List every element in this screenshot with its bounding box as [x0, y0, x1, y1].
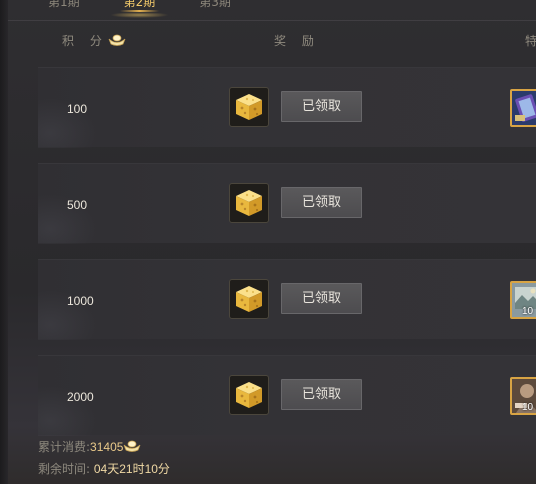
- special-item-count: 10: [522, 402, 534, 413]
- gold-cube-icon: [236, 94, 262, 120]
- tab-period-1[interactable]: 第1期: [40, 0, 88, 14]
- gold-ingot-icon: [123, 440, 141, 452]
- tab-period-3[interactable]: 第3期: [191, 0, 239, 14]
- total-spent: 累计消费: 31405: [38, 438, 141, 455]
- score-column-header: 积 分: [62, 32, 126, 49]
- score-threshold: 100: [67, 102, 88, 116]
- reward-row: 2000 已领取 10: [38, 355, 536, 436]
- time-remaining-value: 04天21时10分: [93, 462, 170, 476]
- scroll-book-icon: [512, 91, 536, 125]
- total-spent-label: 累计消费:: [38, 440, 91, 454]
- score-header-label: 积 分: [62, 34, 108, 48]
- time-remaining-label: 剩余时间:: [38, 462, 91, 476]
- period-tabs: 第1期 第2期 第3期: [40, 0, 267, 18]
- special-item-slot[interactable]: 10: [510, 377, 536, 415]
- claimed-button[interactable]: 已领取: [281, 283, 362, 314]
- claimed-button[interactable]: 已领取: [281, 187, 362, 218]
- total-spent-value: 31405: [90, 439, 124, 454]
- tab-period-2[interactable]: 第2期: [109, 0, 169, 18]
- gold-cube-icon: [236, 286, 262, 312]
- claimed-button[interactable]: 已领取: [281, 91, 362, 122]
- reward-column-header: 奖 励: [274, 34, 320, 48]
- left-edge: [0, 0, 8, 484]
- claimed-button[interactable]: 已领取: [281, 379, 362, 410]
- reward-item-slot[interactable]: [229, 279, 269, 319]
- special-item-count: 10: [522, 306, 534, 317]
- reward-row: 500 已领取: [38, 163, 536, 244]
- activity-panel: 第1期 第2期 第3期 积 分 奖 励 特 100 已领取: [0, 0, 536, 484]
- reward-row: 100 已领取: [38, 67, 536, 148]
- reward-item-slot[interactable]: [229, 375, 269, 415]
- time-remaining: 剩余时间: 04天21时10分: [38, 460, 170, 477]
- special-item-slot[interactable]: [510, 89, 536, 127]
- reward-item-slot[interactable]: [229, 183, 269, 223]
- tab-divider: [8, 20, 536, 21]
- reward-row: 1000 已领取 10: [38, 259, 536, 340]
- gold-ingot-icon: [108, 34, 126, 46]
- reward-item-slot[interactable]: [229, 87, 269, 127]
- score-threshold: 1000: [67, 294, 94, 308]
- score-threshold: 2000: [67, 390, 94, 404]
- special-item-slot[interactable]: 10: [510, 281, 536, 319]
- gold-cube-icon: [236, 382, 262, 408]
- gold-cube-icon: [236, 190, 262, 216]
- special-column-header: 特: [525, 32, 536, 49]
- score-threshold: 500: [67, 198, 88, 212]
